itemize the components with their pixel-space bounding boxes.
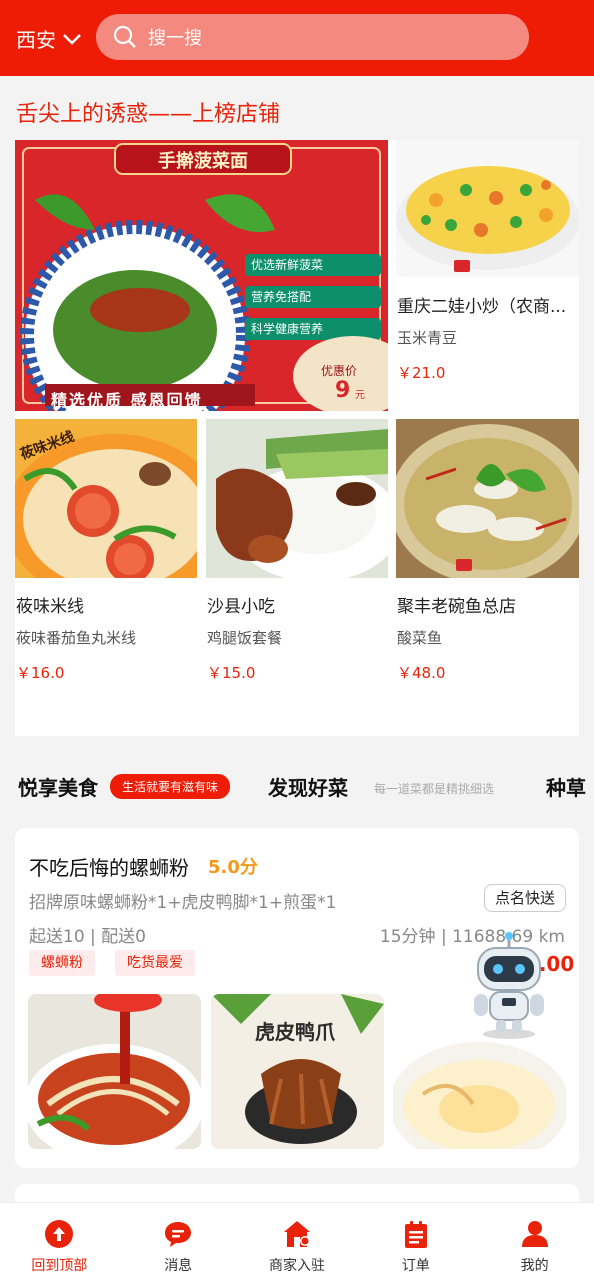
dish-price: ￥16.0	[16, 664, 65, 682]
shop-tag: 螺蛳粉	[29, 950, 95, 976]
bottom-nav: 回到顶部 消息 商家入驻 订单 我的	[0, 1202, 594, 1280]
dish-name: 酸菜鱼	[397, 629, 443, 647]
chicken-leg-rice-image	[206, 419, 388, 578]
dish-price: ￥48.0	[397, 664, 446, 682]
search-placeholder: 搜一搜	[148, 28, 202, 49]
city-label: 西安	[16, 28, 56, 52]
shop-name: 聚丰老碗鱼总店	[397, 597, 516, 617]
city-selector[interactable]: 西安	[16, 24, 82, 53]
nav-label: 订单	[401, 1258, 430, 1274]
dish-price: ￥15.0	[207, 664, 256, 682]
search-bar[interactable]: 搜一搜	[96, 14, 529, 60]
order-icon	[404, 1221, 427, 1248]
dish-price: ￥21.0	[397, 364, 446, 382]
robot-assistant-icon[interactable]	[470, 932, 548, 1040]
shop-4-info[interactable]: 聚丰老碗鱼总店 酸菜鱼 ￥48.0	[397, 592, 575, 683]
banner-feature-1: 优选新鲜菠菜	[251, 258, 324, 272]
nav-merchant-join[interactable]: 商家入驻	[238, 1203, 357, 1280]
shop-name: 重庆二娃小炒（农商...	[397, 297, 567, 317]
section-title: 舌尖上的诱惑——上榜店铺	[16, 102, 281, 127]
banner-price: 9	[335, 378, 351, 403]
arrow-up-circle-icon	[45, 1220, 74, 1248]
category-tabs: 悦享美食 生活就要有滋有味 发现好菜 每一道菜都是精挑细选 种草	[0, 768, 594, 804]
tab-discover-dishes-subtitle: 每一道菜都是精挑细选	[374, 782, 495, 796]
dish-name: 莜味番茄鱼丸米线	[16, 629, 137, 647]
nav-profile[interactable]: 我的	[475, 1203, 594, 1280]
shop-card-rating: 5.0分	[208, 857, 258, 878]
banner-title: 手擀菠菜面	[158, 151, 248, 172]
user-icon	[521, 1221, 548, 1247]
shop-3-info[interactable]: 沙县小吃 鸡腿饭套餐 ￥15.0	[207, 592, 385, 683]
corn-peas-image	[396, 140, 579, 277]
quick-delivery-button[interactable]: 点名快送	[484, 884, 566, 912]
search-icon	[113, 25, 136, 48]
duck-feet-image-title: 虎皮鸭爪	[255, 1020, 335, 1044]
tab-enjoy-food-subtitle: 生活就要有滋有味	[110, 774, 231, 799]
banner-feature-2: 营养免搭配	[251, 290, 312, 304]
dish-name: 玉米青豆	[397, 329, 458, 347]
nav-label: 我的	[520, 1258, 549, 1274]
shop-thumb-duck-feet[interactable]: 虎皮鸭爪	[211, 994, 384, 1149]
tab-enjoy-food[interactable]: 悦享美食	[18, 772, 98, 801]
banner-price-unit: 元	[355, 390, 365, 401]
featured-banner[interactable]: 手擀菠菜面 优选新鲜菠菜 营养免搭配 科学健康营养 优惠价 9 元 精选优质 感…	[15, 140, 388, 411]
shop-1-info[interactable]: 重庆二娃小炒（农商... 玉米青豆 ￥21.0	[397, 292, 575, 383]
snail-noodle-image	[28, 994, 201, 1149]
shop-tag: 吃货最爱	[115, 950, 195, 976]
nav-messages[interactable]: 消息	[119, 1203, 238, 1280]
shop-2-image[interactable]: 莜味米线	[15, 419, 197, 578]
top-header: 西安 搜一搜	[0, 0, 594, 76]
tab-recommend[interactable]: 种草	[546, 772, 586, 801]
pickled-fish-image	[396, 419, 579, 578]
shop-1-image[interactable]	[396, 140, 579, 277]
shop-name: 沙县小吃	[207, 597, 275, 617]
nav-orders[interactable]: 订单	[356, 1203, 475, 1280]
nav-label: 消息	[164, 1258, 193, 1274]
nav-back-to-top[interactable]: 回到顶部	[0, 1203, 119, 1280]
shop-thumb-noodle[interactable]	[28, 994, 201, 1149]
shop-name: 莜味米线	[16, 597, 84, 617]
store-icon	[283, 1221, 310, 1247]
shop-3-image[interactable]	[206, 419, 388, 578]
banner-feature-3: 科学健康营养	[251, 322, 324, 336]
chevron-down-icon	[63, 33, 81, 45]
banner-slogan: 精选优质 感恩回馈	[51, 391, 203, 410]
tab-discover-dishes[interactable]: 发现好菜	[268, 772, 348, 801]
shop-card-name: 不吃后悔的螺蛳粉	[29, 856, 189, 880]
message-icon	[165, 1222, 192, 1247]
shop-card-combo: 招牌原味螺蛳粉*1+虎皮鸭脚*1+煎蛋*1	[29, 893, 337, 913]
dish-name: 鸡腿饭套餐	[207, 629, 283, 647]
nav-label: 商家入驻	[268, 1258, 325, 1274]
shop-4-image[interactable]	[396, 419, 579, 578]
shop-card-delivery: 起送10 | 配送0	[29, 927, 146, 947]
shop-2-info[interactable]: 莜味米线 莜味番茄鱼丸米线 ￥16.0	[16, 592, 194, 683]
banner-price-label: 优惠价	[321, 364, 358, 378]
nav-label: 回到顶部	[31, 1258, 88, 1274]
